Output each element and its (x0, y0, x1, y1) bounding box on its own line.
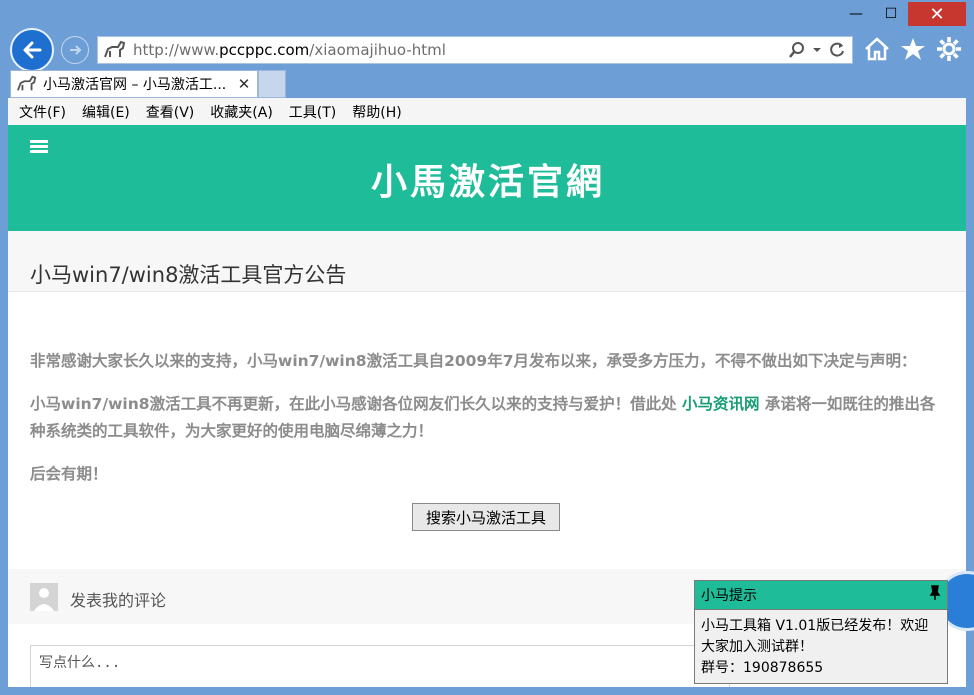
notice-paragraph-2: 小马win7/win8激活工具不再更新，在此小马感谢各位网友们长久以来的支持与爱… (30, 395, 936, 440)
site-logo[interactable]: 小馬激活官網 (338, 153, 638, 205)
forward-button[interactable] (61, 36, 89, 64)
comment-textarea[interactable]: 写点什么... (30, 645, 730, 687)
page-title: 小马win7/win8激活工具官方公告 (30, 263, 347, 287)
new-tab-button[interactable] (258, 70, 286, 98)
popup-group-number: 群号：190878655 (701, 660, 824, 676)
home-icon[interactable] (862, 34, 892, 64)
site-header: 小馬激活官網 (8, 125, 966, 231)
maximize-button[interactable]: ☐ (874, 2, 908, 26)
menu-bar: 文件(F) 编辑(E) 查看(V) 收藏夹(A) 工具(T) 帮助(H) (8, 98, 966, 125)
arrow-left-icon (23, 41, 42, 59)
tab-active[interactable]: 小马激活官网 – 小马激活工... ✕ (10, 70, 258, 98)
url-text[interactable]: http://www.pccppc.com/xiaomajihuo-html (133, 41, 788, 59)
popup-title: 小马提示 (701, 588, 757, 604)
notice-paragraph-1: 非常感谢大家长久以来的支持，小马win7/win8激活工具自2009年7月发布以… (30, 352, 917, 370)
minimize-button[interactable]: — (838, 2, 874, 26)
notification-popup: 小马提示 小马工具箱 V1.01版已经发布！欢迎大家加入测试群！ 群号：1908… (694, 580, 948, 684)
menu-favorites[interactable]: 收藏夹(A) (210, 102, 273, 122)
menu-tools[interactable]: 工具(T) (289, 102, 336, 122)
arrow-right-icon (70, 45, 82, 55)
menu-view[interactable]: 查看(V) (146, 102, 195, 122)
close-window-button[interactable]: ✕ (908, 2, 966, 26)
search-tool-button[interactable]: 搜索小马激活工具 (412, 503, 560, 531)
menu-help[interactable]: 帮助(H) (352, 102, 401, 122)
horse-favicon-icon (104, 40, 126, 58)
menu-edit[interactable]: 编辑(E) (82, 102, 130, 122)
settings-gear-icon[interactable] (934, 34, 964, 64)
refresh-icon[interactable] (828, 41, 846, 59)
menu-file[interactable]: 文件(F) (19, 102, 66, 122)
dropdown-chevron-icon[interactable] (812, 45, 822, 55)
notice-header: 小马win7/win8激活工具官方公告 (8, 231, 966, 292)
tab-title: 小马激活官网 – 小马激活工... (43, 77, 227, 93)
avatar-icon (30, 583, 58, 611)
xiaoma-news-link[interactable]: 小马资讯网 (682, 395, 760, 413)
back-button[interactable] (10, 28, 54, 72)
pin-icon[interactable] (929, 585, 941, 605)
popup-message: 小马工具箱 V1.01版已经发布！欢迎大家加入测试群！ (701, 618, 929, 655)
close-tab-icon[interactable]: ✕ (235, 75, 253, 93)
hamburger-menu-icon[interactable] (30, 140, 48, 155)
address-bar[interactable]: http://www.pccppc.com/xiaomajihuo-html (97, 36, 853, 64)
favorites-star-icon[interactable] (898, 34, 928, 64)
comment-label: 发表我的评论 (70, 591, 167, 610)
horse-favicon-icon (17, 75, 37, 91)
browser-window: — ☐ ✕ http://www.pccppc.com/xiaomajihuo-… (0, 0, 974, 695)
notice-paragraph-3: 后会有期！ (30, 465, 108, 483)
search-icon[interactable] (788, 41, 806, 59)
popup-header: 小马提示 (695, 581, 947, 610)
